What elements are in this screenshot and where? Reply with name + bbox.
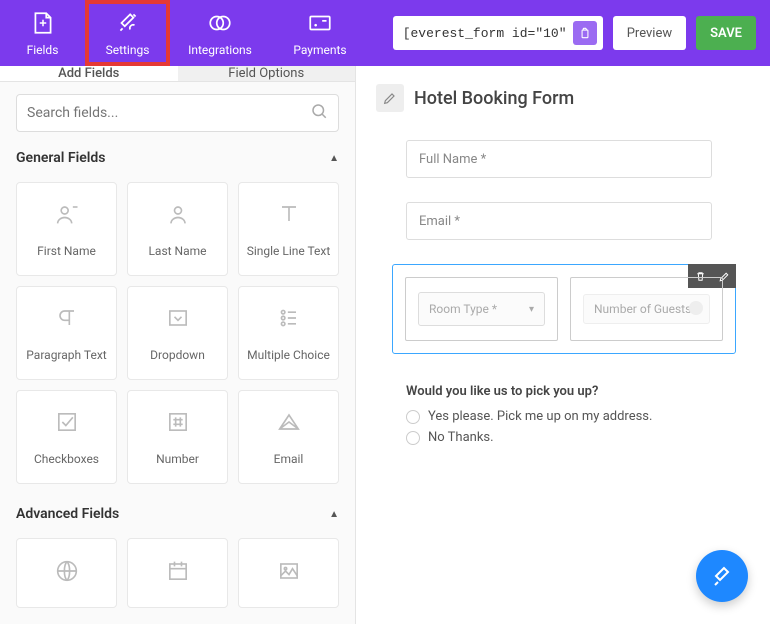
preview-number-guests-field[interactable]: Number of Guests (570, 277, 723, 341)
section-general-fields[interactable]: General Fields ▲ (0, 144, 355, 174)
number-icon (164, 408, 192, 440)
tab-field-options[interactable]: Field Options (178, 66, 356, 81)
shortcode-input[interactable] (403, 26, 567, 41)
nav-label: Fields (27, 43, 59, 57)
preview-button[interactable]: Preview (613, 16, 686, 50)
radio-icon (406, 410, 420, 424)
field-advanced-website[interactable] (16, 538, 117, 608)
form-preview-panel: Hotel Booking Form Full Name * Email * R… (356, 66, 770, 624)
field-label: Paragraph Text (26, 348, 106, 362)
radio-label: No Thanks. (428, 430, 494, 445)
chevron-up-icon: ▲ (329, 509, 339, 520)
field-number[interactable]: Number (127, 390, 228, 484)
dropdown-icon (164, 304, 192, 336)
search-icon (310, 102, 328, 124)
radio-option-yes[interactable]: Yes please. Pick me up on my address. (406, 409, 712, 424)
save-button[interactable]: SAVE (696, 16, 756, 50)
nav-integrations[interactable]: Integrations (170, 0, 270, 66)
field-label: Number (156, 452, 199, 466)
globe-icon (53, 557, 81, 589)
preview-full-name-input[interactable]: Full Name * (406, 140, 712, 178)
email-icon (275, 408, 303, 440)
nav-label: Integrations (188, 43, 252, 57)
sidebar: Add Fields Field Options General Fields … (0, 66, 356, 624)
nav-payments[interactable]: Payments (270, 0, 370, 66)
form-fields: Full Name * Email * Room Type * ▾ Number… (376, 140, 740, 445)
pickup-question: Would you like us to pick you up? (406, 384, 712, 399)
field-advanced-date[interactable] (127, 538, 228, 608)
person-icon (164, 200, 192, 232)
field-label: Single Line Text (247, 244, 331, 258)
help-fab-button[interactable] (696, 550, 748, 602)
preview-room-type-field[interactable]: Room Type * ▾ (405, 277, 558, 341)
copy-shortcode-button[interactable] (573, 21, 597, 45)
dropdown-label: Room Type * (429, 302, 497, 316)
selected-row-block[interactable]: Room Type * ▾ Number of Guests (392, 264, 736, 354)
calendar-icon (164, 557, 192, 589)
main: Add Fields Field Options General Fields … (0, 66, 770, 624)
payments-icon (307, 10, 333, 39)
preview-email-input[interactable]: Email * (406, 202, 712, 240)
topbar-right: Preview SAVE (393, 16, 770, 50)
image-icon (275, 557, 303, 589)
edit-title-button[interactable] (376, 84, 404, 112)
text-icon (275, 200, 303, 232)
top-nav: Fields Settings Integrations Payments (0, 0, 370, 66)
shortcode-box (393, 16, 603, 50)
top-bar: Fields Settings Integrations Payments (0, 0, 770, 66)
field-paragraph-text[interactable]: Paragraph Text (16, 286, 117, 380)
field-advanced-image[interactable] (238, 538, 339, 608)
section-label: Advanced Fields (16, 506, 119, 522)
field-label: Checkboxes (34, 452, 99, 466)
field-label: Last Name (148, 244, 206, 258)
paragraph-icon (53, 304, 81, 336)
close-icon[interactable] (689, 301, 703, 315)
nav-label: Settings (106, 43, 150, 57)
multiple-choice-icon (275, 304, 303, 336)
general-fields-grid: First Name Last Name Single Line Text Pa… (0, 174, 355, 500)
field-checkboxes[interactable]: Checkboxes (16, 390, 117, 484)
chevron-up-icon: ▲ (329, 153, 339, 164)
field-single-line-text[interactable]: Single Line Text (238, 182, 339, 276)
advanced-fields-grid (0, 530, 355, 624)
field-multiple-choice[interactable]: Multiple Choice (238, 286, 339, 380)
field-first-name[interactable]: First Name (16, 182, 117, 276)
field-label: First Name (37, 244, 96, 258)
num-label-text: Number of Guests (594, 302, 691, 316)
field-last-name[interactable]: Last Name (127, 182, 228, 276)
field-label: Dropdown (150, 348, 205, 362)
sidebar-tabs: Add Fields Field Options (0, 66, 355, 82)
form-title-row: Hotel Booking Form (376, 84, 740, 112)
search-input[interactable] (27, 105, 310, 121)
nav-label: Payments (293, 43, 346, 57)
radio-label: Yes please. Pick me up on my address. (428, 409, 652, 424)
nav-fields[interactable]: Fields (0, 0, 85, 66)
field-label: Email (274, 452, 304, 466)
fields-icon (30, 10, 56, 39)
field-dropdown[interactable]: Dropdown (127, 286, 228, 380)
integrations-icon (207, 10, 233, 39)
radio-option-no[interactable]: No Thanks. (406, 430, 712, 445)
chevron-down-icon: ▾ (529, 304, 534, 315)
person-icon (53, 200, 81, 232)
search-box (16, 94, 339, 132)
section-label: General Fields (16, 150, 105, 166)
field-email[interactable]: Email (238, 390, 339, 484)
tab-add-fields[interactable]: Add Fields (0, 66, 178, 81)
nav-settings[interactable]: Settings (85, 0, 170, 66)
number-guests-label[interactable]: Number of Guests (583, 294, 710, 324)
settings-icon (115, 10, 141, 39)
form-title[interactable]: Hotel Booking Form (414, 88, 574, 109)
field-label: Multiple Choice (247, 348, 330, 362)
room-type-dropdown[interactable]: Room Type * ▾ (418, 292, 545, 326)
checkbox-icon (53, 408, 81, 440)
search-wrap (0, 82, 355, 144)
radio-icon (406, 431, 420, 445)
section-advanced-fields[interactable]: Advanced Fields ▲ (0, 500, 355, 530)
